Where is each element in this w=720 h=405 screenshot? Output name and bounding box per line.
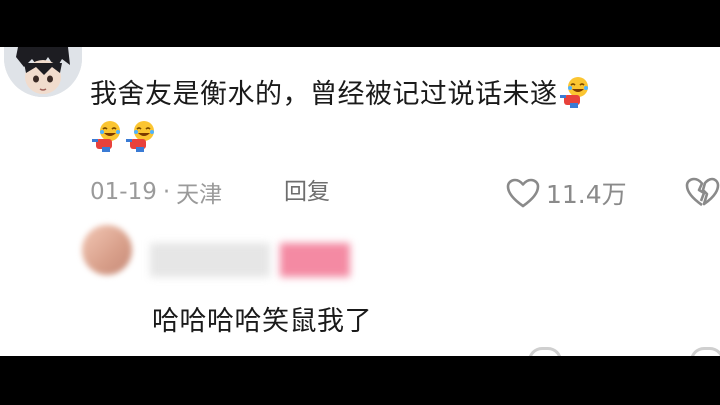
- reply-username-blurred: [150, 243, 270, 277]
- reply-text: 哈哈哈哈笑鼠我了: [152, 306, 372, 337]
- reply-button[interactable]: 回复: [284, 177, 330, 207]
- comment-body: 我舍友是衡水的，曾经被记过说话未遂: [90, 79, 558, 110]
- meta-separator: ·: [162, 179, 171, 205]
- comment-text: 我舍友是衡水的，曾经被记过说话未遂: [90, 73, 710, 161]
- partial-broken-heart-icon: [690, 347, 720, 356]
- laughing-crying-emoji-icon: [559, 77, 588, 108]
- like-button[interactable]: 11.4万: [506, 175, 627, 211]
- avatar[interactable]: [4, 47, 82, 97]
- avatar-anime-icon: [4, 47, 82, 97]
- comment-panel: 我舍友是衡水的，曾经被记过说话未遂 01-19 · 天津 回复 11.4万 哈哈…: [0, 47, 720, 356]
- reply-username-blurred: [280, 243, 350, 277]
- laughing-crying-emoji-icon: [92, 121, 120, 152]
- broken-heart-icon[interactable]: [685, 177, 720, 207]
- reply-avatar[interactable]: [82, 225, 132, 275]
- comment-meta: 01-19 · 天津: [90, 177, 223, 208]
- like-count: 11.4万: [546, 180, 627, 209]
- comment-date: 01-19: [90, 179, 157, 205]
- laughing-crying-emoji-icon: [126, 121, 154, 152]
- comment-location: 天津: [176, 182, 223, 208]
- partial-heart-icon: [528, 347, 562, 356]
- video-frame: 我舍友是衡水的，曾经被记过说话未遂 01-19 · 天津 回复 11.4万 哈哈…: [0, 0, 720, 405]
- heart-icon: [506, 178, 540, 208]
